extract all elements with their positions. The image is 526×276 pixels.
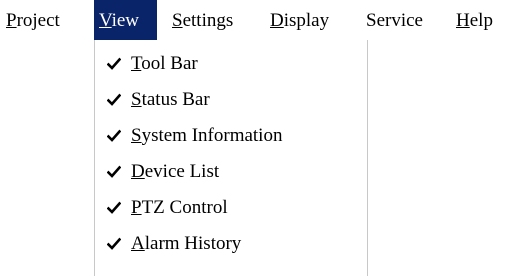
menu-display[interactable]: Display — [270, 0, 354, 40]
view-dropdown-menu: Tool Bar Status Bar System Information D… — [94, 40, 368, 276]
menu-project[interactable]: Project — [6, 0, 90, 40]
menu-item-alarm-history-mnemonic: A — [131, 233, 145, 254]
menu-item-ptz-control-text: TZ Control — [141, 197, 228, 218]
menu-project-mnemonic: P — [6, 10, 17, 31]
menu-item-device-list-text: evice List — [144, 161, 220, 182]
menu-project-label: roject — [16, 10, 60, 31]
menu-view[interactable]: View — [94, 0, 157, 40]
menu-item-status-bar-text: tatus Bar — [141, 89, 210, 110]
menu-view-mnemonic: V — [99, 10, 112, 31]
menu-item-status-bar-label: Status Bar — [131, 82, 210, 118]
menu-item-status-bar-mnemonic: S — [131, 89, 142, 110]
menu-item-ptz-control[interactable]: PTZ Control — [95, 190, 367, 226]
menu-service[interactable]: Service — [366, 0, 444, 40]
menu-item-system-information-mnemonic: S — [131, 125, 142, 146]
check-icon — [107, 237, 121, 250]
menu-item-alarm-history-text: larm History — [144, 233, 242, 254]
menu-item-alarm-history[interactable]: Alarm History — [95, 226, 367, 262]
menu-help-label: elp — [469, 10, 493, 31]
menu-item-tool-bar[interactable]: Tool Bar — [95, 46, 367, 82]
menu-view-label: iew — [111, 10, 140, 31]
menu-settings[interactable]: Settings — [172, 0, 264, 40]
menu-item-tool-bar-label: Tool Bar — [131, 46, 198, 82]
check-icon — [107, 165, 121, 178]
menu-item-tool-bar-text: ool Bar — [141, 53, 198, 74]
menu-settings-label: ettings — [182, 10, 234, 31]
menu-help[interactable]: Help — [456, 0, 506, 40]
check-icon — [107, 129, 121, 142]
menu-bar: Project View Settings Display Service He… — [0, 0, 526, 40]
menu-item-ptz-control-mnemonic: P — [131, 197, 142, 218]
menu-item-system-information-text: ystem Information — [141, 125, 283, 146]
menu-item-system-information-label: System Information — [131, 118, 282, 154]
menu-item-status-bar[interactable]: Status Bar — [95, 82, 367, 118]
menu-item-device-list-label: Device List — [131, 154, 219, 190]
menu-display-label: isplay — [283, 10, 330, 31]
menu-item-alarm-history-label: Alarm History — [131, 226, 241, 262]
check-icon — [107, 57, 121, 70]
menu-service-label: Service — [366, 10, 423, 31]
menu-settings-mnemonic: S — [172, 10, 183, 31]
menu-display-mnemonic: D — [270, 10, 284, 31]
menu-item-system-information[interactable]: System Information — [95, 118, 367, 154]
check-icon — [107, 93, 121, 106]
check-icon — [107, 201, 121, 214]
menu-item-device-list[interactable]: Device List — [95, 154, 367, 190]
menu-item-ptz-control-label: PTZ Control — [131, 190, 228, 226]
menu-item-tool-bar-mnemonic: T — [131, 53, 142, 74]
menu-item-device-list-mnemonic: D — [131, 161, 145, 182]
menu-help-mnemonic: H — [456, 10, 470, 31]
